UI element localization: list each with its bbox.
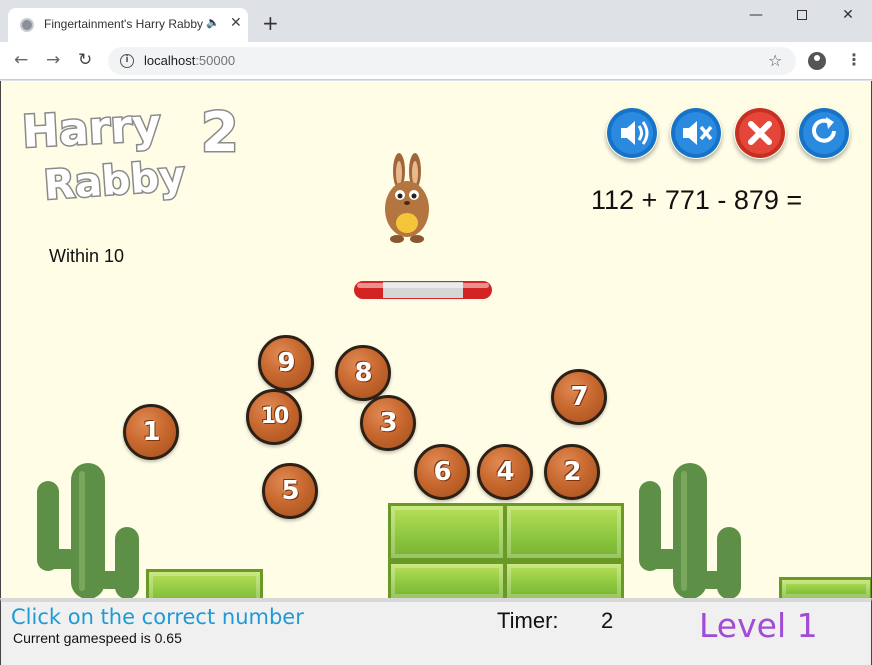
math-equation: 112 + 771 - 879 = <box>591 185 803 215</box>
ground-block <box>388 503 506 561</box>
ball-number: 5 <box>281 476 299 506</box>
forward-arrow-icon[interactable]: → <box>46 50 60 70</box>
number-ball[interactable]: 1 <box>123 404 179 460</box>
number-ball[interactable]: 8 <box>335 345 391 401</box>
ball-number: 8 <box>354 358 372 388</box>
close-icon <box>735 108 785 158</box>
logo-number: 2 <box>201 101 239 164</box>
favicon-icon <box>20 18 34 32</box>
maximize-icon <box>797 10 807 20</box>
catcher-paddle[interactable] <box>353 279 493 301</box>
number-ball[interactable]: 9 <box>258 335 314 391</box>
ball-number: 4 <box>496 457 514 487</box>
browser-toolbar: ← → ↻ i localhost:50000 ☆ ⋮ <box>0 42 872 80</box>
bookmark-star-icon[interactable]: ☆ <box>768 51 782 70</box>
game-status-bar: Click on the correct number Current game… <box>0 598 872 665</box>
timer-label: Timer: <box>497 608 559 633</box>
restart-icon <box>799 108 849 158</box>
instruction-text: Click on the correct number <box>11 605 304 629</box>
rabbit-character <box>385 153 429 243</box>
sound-on-button[interactable] <box>606 107 658 159</box>
number-ball[interactable]: 6 <box>414 444 470 500</box>
logo-line-2: Rabby <box>42 153 186 209</box>
ball-number: 1 <box>142 417 160 447</box>
gamespeed-text: Current gamespeed is 0.65 <box>13 630 182 646</box>
browser-tab[interactable]: Fingertainment's Harry Rabby 2 🔈 ✕ <box>8 8 248 42</box>
ground-block <box>504 503 624 561</box>
maximize-button[interactable] <box>782 4 822 26</box>
reload-icon[interactable]: ↻ <box>78 50 92 70</box>
ball-number: 7 <box>570 382 588 412</box>
number-ball[interactable]: 7 <box>551 369 607 425</box>
url-port: :50000 <box>195 53 236 68</box>
timer-value: 2 <box>601 608 614 633</box>
number-ball[interactable]: 10 <box>246 389 302 445</box>
ground-block <box>388 561 506 601</box>
tab-title: Fingertainment's Harry Rabby 2 <box>44 17 204 31</box>
account-icon[interactable] <box>808 52 826 70</box>
url-host: localhost <box>144 53 196 68</box>
speaker-icon[interactable]: 🔈 <box>206 16 220 29</box>
ball-number: 2 <box>563 457 581 487</box>
info-icon[interactable]: i <box>120 54 134 68</box>
difficulty-range-label: Within 10 <box>49 246 125 266</box>
ball-number: 3 <box>379 408 397 438</box>
ball-number: 6 <box>433 457 451 487</box>
address-bar[interactable]: i localhost:50000 ☆ <box>108 47 796 75</box>
restart-button[interactable] <box>798 107 850 159</box>
number-ball[interactable]: 5 <box>262 463 318 519</box>
url-text[interactable]: localhost:50000 <box>144 53 235 68</box>
window-close-button[interactable]: ✕ <box>828 4 868 26</box>
right-cactus <box>639 463 741 599</box>
logo-line-1: Harry <box>21 100 162 158</box>
browser-window: Fingertainment's Harry Rabby 2 🔈 ✕ + — ✕… <box>0 0 872 665</box>
left-cactus <box>37 463 139 599</box>
game-logo: Harry Rabby 2 <box>19 98 240 210</box>
number-ball[interactable]: 4 <box>477 444 533 500</box>
menu-dots-icon[interactable]: ⋮ <box>846 50 862 69</box>
level-indicator: Level 1 <box>699 606 818 645</box>
speaker-muted-icon <box>671 108 721 158</box>
game-canvas[interactable]: Harry Rabby 2 112 + 771 - 879 = Within 1… <box>0 81 872 665</box>
speaker-on-icon <box>607 108 657 158</box>
ball-number: 9 <box>277 348 295 378</box>
tab-strip: Fingertainment's Harry Rabby 2 🔈 ✕ + — ✕ <box>0 0 872 42</box>
ball-number: 10 <box>260 404 290 429</box>
sound-off-button[interactable] <box>670 107 722 159</box>
tab-close-icon[interactable]: ✕ <box>230 15 242 31</box>
minimize-button[interactable]: — <box>736 4 776 26</box>
new-tab-button[interactable]: + <box>262 13 279 33</box>
ground-block <box>504 561 624 601</box>
number-ball[interactable]: 3 <box>360 395 416 451</box>
number-ball[interactable]: 2 <box>544 444 600 500</box>
close-game-button[interactable] <box>734 107 786 159</box>
back-arrow-icon[interactable]: ← <box>14 50 28 70</box>
